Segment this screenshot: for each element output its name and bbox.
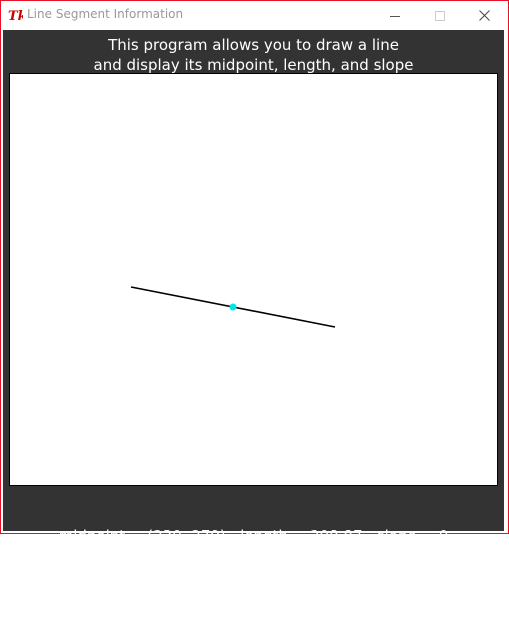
maximize-icon (434, 6, 445, 25)
midpoint-marker (229, 303, 237, 311)
line-info-text: midpoint = (230, 279) length = 208.87 sl… (58, 527, 449, 545)
svg-text:Tk: Tk (8, 9, 23, 23)
instructions-line-1: This program allows you to draw a line (108, 36, 399, 54)
info-footer: midpoint = (230, 279) length = 208.87 sl… (3, 489, 504, 641)
title-bar[interactable]: Tk Line Segment Information (1, 1, 508, 29)
window-title: Line Segment Information (27, 7, 184, 21)
app-window: Tk Line Segment Information This pro (0, 0, 509, 602)
drawing-canvas[interactable] (9, 73, 498, 486)
instructions-line-2: and display its midpoint, length, and sl… (93, 56, 414, 74)
maximize-button[interactable] (417, 1, 462, 29)
minimize-icon (389, 6, 400, 25)
click-to-exit-text[interactable]: Click to exit (3, 584, 504, 603)
minimize-button[interactable] (372, 1, 417, 29)
close-button[interactable] (462, 1, 507, 29)
client-area[interactable]: This program allows you to draw a line a… (3, 30, 504, 602)
canvas-drawing (130, 286, 336, 328)
tk-feather-icon: Tk (7, 7, 27, 24)
instructions-header: This program allows you to draw a line a… (3, 35, 504, 75)
close-icon (479, 6, 490, 25)
